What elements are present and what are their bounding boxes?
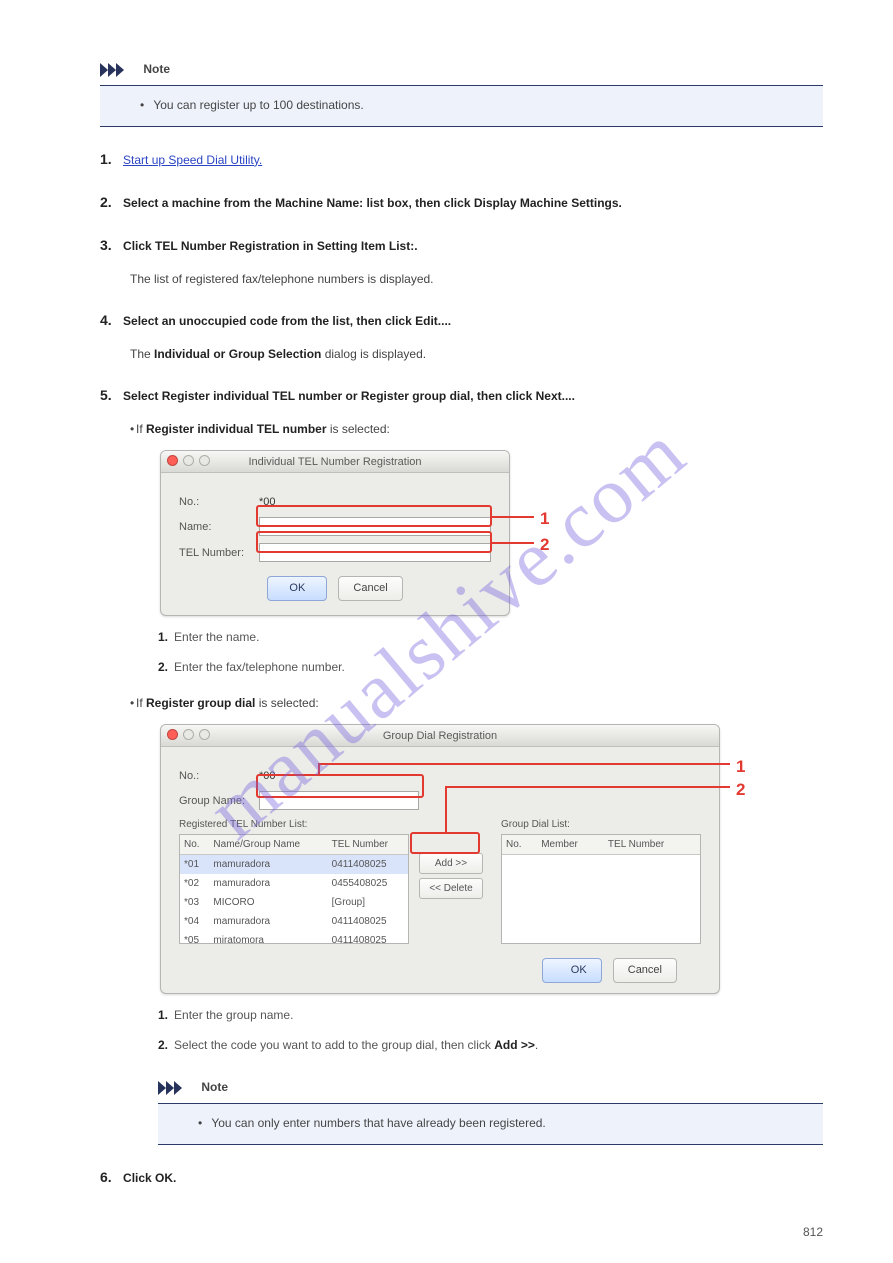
minimize-icon[interactable] [183,729,194,740]
note-label: Note [143,62,170,76]
table-row[interactable]: *03MICORO[Group] [180,893,408,912]
group-dial-list-label: Group Dial List: [501,817,701,832]
zoom-icon[interactable] [199,729,210,740]
callout-line-1 [492,516,534,518]
tel-number-field[interactable] [259,543,491,562]
step-5-text: Select Register individual TEL number or… [123,389,575,403]
table-row[interactable]: *05miratomora0411408025 [180,931,408,944]
callout2-label-2: 2 [736,777,745,803]
substep-1-2: 2.Enter the fax/telephone number. [158,658,823,676]
col-no: No. [180,835,209,855]
callout-line-2 [492,542,534,544]
col-tel-2: TEL Number [604,835,700,855]
note-block-1: • You can register up to 100 destination… [100,85,823,127]
close-icon[interactable] [167,455,178,466]
step-4-body: The Individual or Group Selection dialog… [130,345,823,363]
step-2: 2. Select a machine from the Machine Nam… [100,192,823,213]
bullet-individual: • If Register individual TEL number is s… [130,420,823,438]
step-3: 3. Click TEL Number Registration in Sett… [100,235,823,256]
step-3-text: Click TEL Number Registration in Setting… [123,239,418,253]
note-icon-row: Note [100,60,823,79]
note-block-2: • You can only enter numbers that have a… [158,1103,823,1145]
dialog2-ok-button[interactable]: OK [542,958,602,983]
substep-1-1: 1.Enter the name. [158,628,823,646]
col-namegroup: Name/Group Name [209,835,327,855]
name-field[interactable] [259,517,491,536]
step-6-text: Click OK. [123,1171,176,1185]
startup-speed-dial-link[interactable]: Start up Speed Dial Utility. [123,153,262,167]
individual-dialog-wrap: Individual TEL Number Registration No.: … [160,450,580,616]
callout2-line-2 [447,786,730,788]
add-button[interactable]: Add >> [419,853,483,874]
step-6: 6. Click OK. [100,1167,823,1188]
substep-2-2: 2.Select the code you want to add to the… [158,1036,823,1054]
dialog2-cancel-button[interactable]: Cancel [613,958,677,983]
callout2-line-1 [320,763,730,765]
callout2-line-2v [445,786,447,832]
col-member: Member [537,835,604,855]
dialog1-no-label: No.: [179,494,259,511]
step-4-text: Select an unoccupied code from the list,… [123,314,451,328]
table-row[interactable]: *01mamuradora0411408025 [180,855,408,875]
note-2-text: You can only enter numbers that have alr… [211,1116,545,1130]
step-2-num: 2. [100,194,112,210]
callout2-label-1: 1 [736,754,745,780]
note-1-text: You can register up to 100 destinations. [153,98,363,112]
delete-button[interactable]: << Delete [419,878,483,899]
step-1-num: 1. [100,151,112,167]
dialog1-tel-label: TEL Number: [179,545,259,562]
minimize-icon[interactable] [183,455,194,466]
group-dialog-wrap: Group Dial Registration No.: *00 Group N… [160,724,800,994]
individual-tel-dialog: Individual TEL Number Registration No.: … [160,450,510,616]
dialog2-groupname-label: Group Name: [179,793,259,810]
step-3-num: 3. [100,237,112,253]
dialog2-no-label: No.: [179,768,259,785]
group-dial-list[interactable]: No. Member TEL Number [501,834,701,944]
dialog2-titlebar: Group Dial Registration [161,725,719,747]
step-4: 4. Select an unoccupied code from the li… [100,310,823,331]
zoom-icon[interactable] [199,455,210,466]
dialog1-cancel-button[interactable]: Cancel [338,576,402,601]
step-5: 5. Select Register individual TEL number… [100,385,823,406]
step-2-text: Select a machine from the Machine Name: … [123,196,622,210]
page-number: 812 [803,1223,823,1241]
note-icon-row-2: Note [158,1078,823,1097]
dialog1-ok-button[interactable]: OK [267,576,327,601]
chevron-triple-icon [100,61,134,79]
callout-label-1: 1 [540,506,549,532]
close-icon[interactable] [167,729,178,740]
step-6-num: 6. [100,1169,112,1185]
substep-2-1: 1.Enter the group name. [158,1006,823,1024]
group-name-field[interactable] [259,791,419,810]
note-label-2: Note [201,1080,228,1094]
step-1: 1. Start up Speed Dial Utility. [100,149,823,170]
step-4-num: 4. [100,312,112,328]
chevron-triple-icon [158,1079,192,1097]
col-tel: TEL Number [328,835,408,855]
step-5-num: 5. [100,387,112,403]
table-row[interactable]: *02mamuradora0455408025 [180,874,408,893]
registered-tel-list-label: Registered TEL Number List: [179,817,409,832]
dialog1-title: Individual TEL Number Registration [248,456,421,468]
callout2-line-1v [318,763,320,775]
callout-label-2: 2 [540,532,549,558]
dialog1-no-value: *00 [259,494,276,511]
dialog2-title: Group Dial Registration [383,730,497,742]
dialog1-name-label: Name: [179,519,259,536]
table-row[interactable]: *04mamuradora0411408025 [180,912,408,931]
col-no-2: No. [502,835,537,855]
dialog2-no-value: *00 [259,768,276,785]
step-3-body: The list of registered fax/telephone num… [130,270,823,288]
bullet-group: • If Register group dial is selected: [130,694,823,712]
registered-tel-list[interactable]: No. Name/Group Name TEL Number *01mamura… [179,834,409,944]
dialog1-titlebar: Individual TEL Number Registration [161,451,509,473]
